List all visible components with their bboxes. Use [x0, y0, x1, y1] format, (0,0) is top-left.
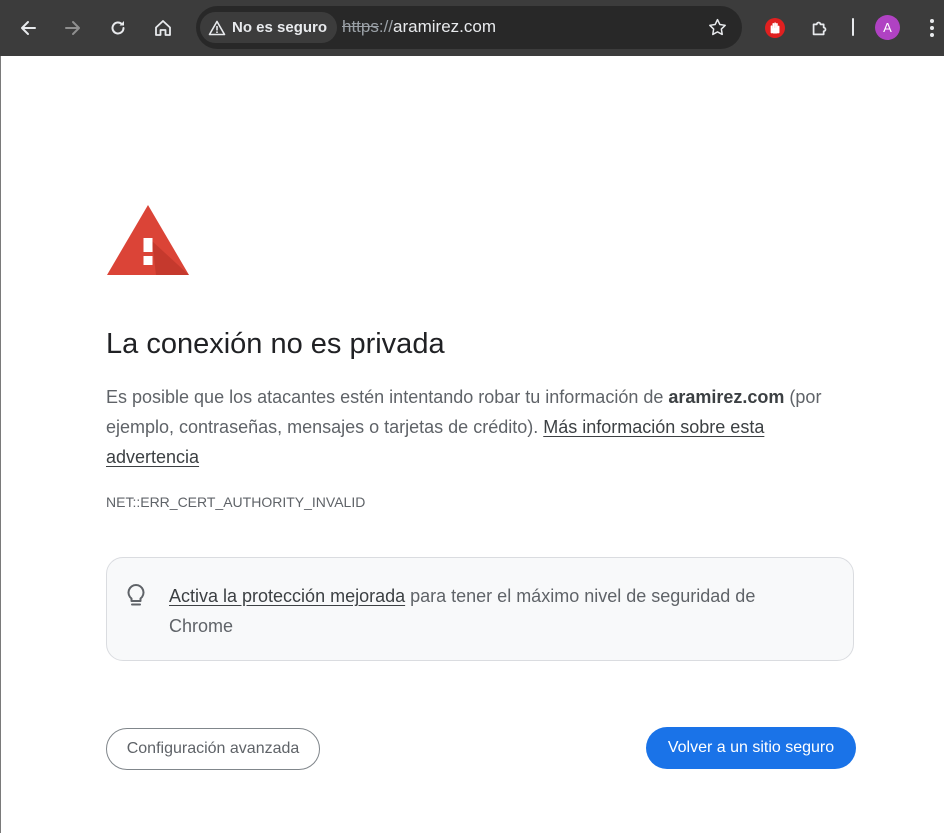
url-scheme: https [342, 17, 379, 36]
url-separator: :// [378, 17, 394, 36]
back-to-safety-button[interactable]: Volver a un sitio seguro [646, 727, 856, 769]
enhanced-protection-link[interactable]: Activa la protección mejorada [169, 586, 405, 606]
reload-icon [111, 21, 125, 35]
tip-text: Activa la protección mejorada para tener… [169, 581, 809, 641]
bookmark-button[interactable] [707, 17, 728, 43]
forward-button[interactable] [57, 12, 89, 44]
omnibox[interactable]: No es seguro https://aramirez.com [196, 6, 742, 49]
kebab-menu-icon [930, 19, 934, 37]
browser-toolbar: No es seguro https://aramirez.com A [0, 0, 944, 56]
url-text[interactable]: https://aramirez.com [342, 17, 496, 37]
explanation-domain: aramirez.com [668, 387, 785, 407]
back-arrow-icon [21, 21, 36, 35]
page-title: La conexión no es privada [106, 328, 445, 360]
lightbulb-icon [127, 584, 145, 606]
puzzle-icon [812, 21, 827, 36]
enhanced-protection-tip: Activa la protección mejorada para tener… [106, 557, 854, 661]
warning-triangle-icon [208, 20, 226, 35]
error-code: NET::ERR_CERT_AUTHORITY_INVALID [106, 494, 366, 510]
profile-avatar[interactable]: A [875, 15, 900, 40]
star-icon [709, 18, 726, 36]
reload-button[interactable] [102, 12, 134, 44]
advanced-settings-button[interactable]: Configuración avanzada [106, 728, 320, 770]
security-chip[interactable]: No es seguro [200, 12, 338, 43]
chrome-menu-button[interactable] [916, 12, 944, 44]
home-button[interactable] [147, 12, 179, 44]
security-chip-label: No es seguro [232, 19, 328, 36]
home-icon [155, 20, 171, 36]
stop-extension-button[interactable] [759, 12, 791, 44]
explanation-paragraph: Es posible que los atacantes estén inten… [106, 382, 858, 472]
back-button[interactable] [12, 12, 44, 44]
url-host: aramirez.com [393, 17, 496, 36]
warning-triangle-icon [107, 205, 189, 275]
toolbar-divider [852, 18, 854, 36]
forward-arrow-icon [65, 21, 80, 35]
red-hand-icon [765, 18, 785, 38]
explanation-text-1: Es posible que los atacantes estén inten… [106, 387, 669, 407]
extensions-button[interactable] [804, 12, 836, 44]
window-edge [0, 56, 1, 833]
